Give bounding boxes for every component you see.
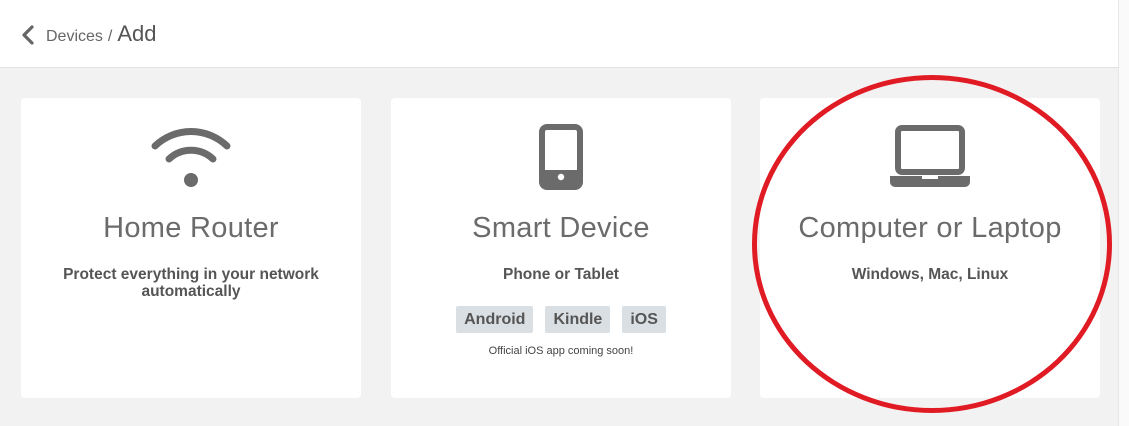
- ios-note: Official iOS app coming soon!: [488, 345, 634, 357]
- card-title: Computer or Laptop: [798, 212, 1062, 244]
- laptop-icon: [890, 125, 970, 187]
- home-router-card[interactable]: Home Router Protect everything in your n…: [21, 98, 361, 398]
- smart-device-card[interactable]: Smart Device Phone or Tablet Android Kin…: [391, 98, 731, 398]
- top-bar: Devices / Add: [0, 0, 1129, 68]
- tag-android[interactable]: Android: [456, 306, 534, 333]
- platform-tags: Android Kindle iOS: [391, 306, 731, 333]
- smartphone-icon: [539, 124, 583, 190]
- scrollbar[interactable]: [1118, 0, 1129, 426]
- card-subtitle: Phone or Tablet: [503, 266, 619, 283]
- breadcrumb-devices-link[interactable]: Devices: [46, 28, 103, 46]
- wifi-icon: [151, 128, 231, 187]
- page-title: Add: [117, 21, 157, 46]
- breadcrumb: Devices / Add: [46, 21, 157, 47]
- card-subtitle: Protect everything in your network autom…: [63, 266, 319, 300]
- chevron-left-icon[interactable]: [20, 25, 36, 45]
- card-title: Smart Device: [472, 212, 650, 244]
- breadcrumb-separator: /: [107, 28, 113, 45]
- card-title: Home Router: [103, 212, 279, 244]
- tag-kindle[interactable]: Kindle: [545, 306, 611, 333]
- tag-ios[interactable]: iOS: [622, 306, 666, 333]
- computer-laptop-card[interactable]: Computer or Laptop Windows, Mac, Linux: [760, 98, 1100, 398]
- card-subtitle: Windows, Mac, Linux: [851, 266, 1009, 283]
